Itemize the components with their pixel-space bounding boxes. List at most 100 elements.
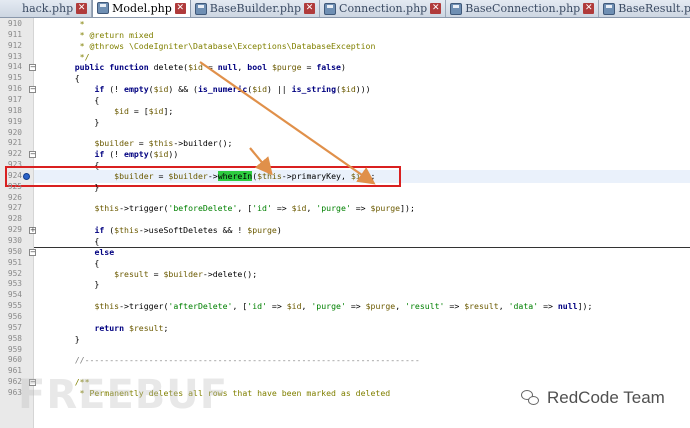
file-icon [603, 2, 616, 15]
code-line[interactable]: 921 $builder = $this->builder(); [0, 138, 690, 149]
line-number: 955 [7, 301, 22, 311]
close-icon[interactable]: ✕ [304, 3, 316, 14]
code-line[interactable]: 954 [0, 290, 690, 301]
code-text: public function delete($id = null, bool … [74, 62, 346, 73]
line-number: 922 [7, 149, 22, 159]
code-text: { [55, 73, 80, 84]
line-number: 960 [7, 355, 22, 365]
line-number: 921 [7, 138, 22, 148]
line-number: 919 [7, 116, 22, 126]
tab-connection-php[interactable]: Connection.php ✕ [320, 0, 447, 17]
fold-toggle-icon[interactable]: − [29, 64, 36, 72]
code-text: } [55, 333, 80, 344]
line-number: 928 [7, 214, 22, 224]
code-line[interactable]: 922 if (! empty($id)) [0, 149, 690, 160]
code-line[interactable]: 912 * @throws \CodeIgniter\Database\Exce… [0, 41, 690, 52]
code-text: $id = [$id]; [114, 105, 174, 116]
fold-toggle-icon[interactable]: − [29, 248, 36, 256]
line-number: 912 [7, 40, 22, 50]
tab-baseresult-php[interactable]: BaseResult.php✕ [599, 0, 690, 17]
tab-label: Model.php [112, 1, 172, 15]
code-line[interactable]: 950 else [0, 247, 690, 258]
tab-baseconnection-php[interactable]: BaseConnection.php ✕ [446, 0, 600, 17]
code-line[interactable]: 927 $this->trigger('beforeDelete', ['id'… [0, 203, 690, 214]
code-text: * @return mixed [55, 29, 154, 40]
tab-label: hack.php [22, 2, 74, 15]
line-number: 956 [7, 311, 22, 321]
code-line[interactable]: 930 { [0, 236, 690, 247]
code-line[interactable]: 956 [0, 312, 690, 323]
code-line[interactable]: 953 } [0, 279, 690, 290]
code-line[interactable]: 960 //----------------------------------… [0, 355, 690, 366]
tab-label: BaseConnection.php [465, 2, 581, 15]
code-line[interactable]: 917 { [0, 95, 690, 106]
code-line[interactable]: 952 $result = $builder->delete(); [0, 269, 690, 280]
file-icon [194, 2, 207, 15]
collapsed-region-divider [34, 246, 690, 248]
code-line[interactable]: 918 $id = [$id]; [0, 106, 690, 117]
line-number: 917 [7, 94, 22, 104]
code-line[interactable]: 910 * [0, 19, 690, 30]
code-text: $builder = $this->builder(); [94, 138, 233, 149]
line-number: 916 [7, 84, 22, 94]
tab-model-php[interactable]: Model.php ✕ [92, 0, 191, 17]
code-line[interactable]: 913 */ [0, 52, 690, 63]
line-number: 918 [7, 105, 22, 115]
code-text: $this->trigger('beforeDelete', ['id' => … [94, 203, 415, 214]
code-text: else [94, 246, 115, 257]
code-text: } [55, 116, 100, 127]
line-number: 920 [7, 127, 22, 137]
line-number: 959 [7, 344, 22, 354]
wechat-icon [521, 389, 541, 407]
code-text: if ($this->useSoftDeletes && ! $purge) [94, 225, 282, 236]
fold-toggle-icon[interactable]: − [29, 151, 36, 159]
tab-hack-php[interactable]: hack.php ✕ [0, 0, 93, 17]
code-line[interactable]: 924 $builder = $builder->whereIn($this->… [0, 170, 690, 182]
fold-toggle-icon[interactable]: + [29, 227, 36, 235]
code-text: if (! empty($id) && (is_numeric($id) || … [94, 84, 371, 95]
line-number: 951 [7, 257, 22, 267]
code-text: $this->trigger('afterDelete', ['id' => $… [94, 301, 593, 312]
close-icon[interactable]: ✕ [76, 3, 88, 14]
code-text: { [55, 236, 100, 246]
close-icon[interactable]: ✕ [583, 3, 595, 14]
code-text: //--------------------------------------… [55, 355, 420, 366]
line-number: 914 [7, 62, 22, 72]
tab-label: BaseResult.php [618, 2, 690, 15]
code-text: * [55, 19, 85, 29]
code-line[interactable]: 928 [0, 214, 690, 225]
close-icon[interactable]: ✕ [430, 3, 442, 14]
code-line[interactable]: 955 $this->trigger('afterDelete', ['id' … [0, 301, 690, 312]
code-line[interactable]: 919 } [0, 117, 690, 128]
line-number: 957 [7, 322, 22, 332]
line-number: 911 [7, 29, 22, 39]
code-text: $result = $builder->delete(); [114, 268, 258, 279]
freebuf-watermark: FREEBUF [18, 372, 229, 418]
code-line[interactable]: 911 * @return mixed [0, 30, 690, 41]
tab-basebuilder-php[interactable]: BaseBuilder.php ✕ [190, 0, 321, 17]
code-editor[interactable]: 910 * 911 * @return mixed 912 * @throws \C… [0, 18, 690, 428]
code-line[interactable]: 916 if (! empty($id) && (is_numeric($id)… [0, 84, 690, 95]
line-number: 924 [7, 170, 22, 180]
editor-tab-bar: hack.php ✕ Model.php ✕ BaseBuilder.php ✕ Conne… [0, 0, 690, 18]
tab-label: Connection.php [339, 2, 428, 15]
code-line[interactable]: 958 } [0, 334, 690, 345]
close-icon[interactable]: ✕ [174, 2, 186, 14]
line-number: 958 [7, 333, 22, 343]
line-number: 954 [7, 290, 22, 300]
code-line[interactable]: 929 if ($this->useSoftDeletes && ! $purg… [0, 225, 690, 236]
code-line[interactable]: 915 { [0, 73, 690, 84]
code-text: } [55, 279, 100, 290]
code-line[interactable]: 951 { [0, 258, 690, 269]
code-line[interactable]: 925 } [0, 182, 690, 193]
tab-label: BaseBuilder.php [209, 2, 302, 15]
code-line[interactable]: 957 return $result; [0, 323, 690, 334]
code-line[interactable]: 959 [0, 345, 690, 356]
line-number: 952 [7, 268, 22, 278]
code-line[interactable]: 914 public function delete($id = null, b… [0, 62, 690, 73]
fold-toggle-icon[interactable]: − [29, 86, 36, 94]
code-line[interactable]: 920 [0, 128, 690, 139]
code-text: { [55, 257, 100, 268]
code-line[interactable]: 926 [0, 193, 690, 204]
code-text: */ [55, 51, 90, 62]
